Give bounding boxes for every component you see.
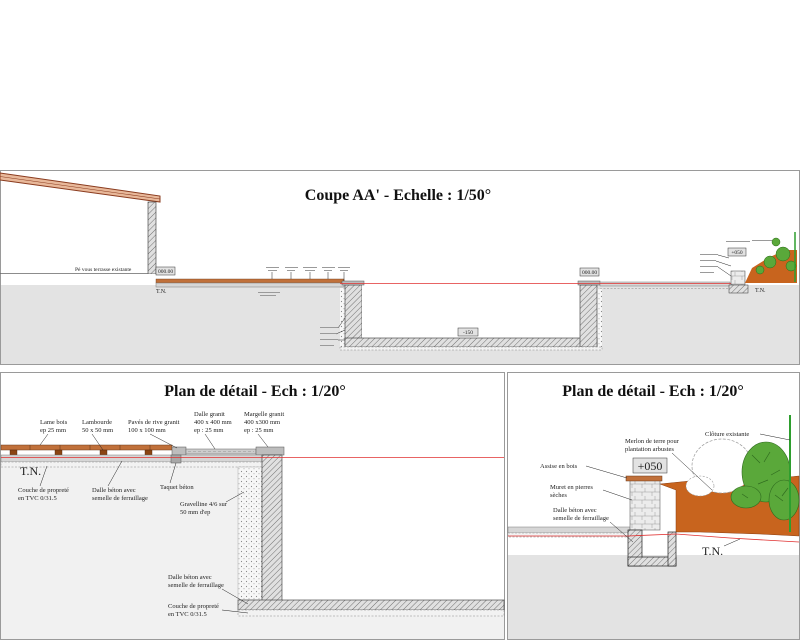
drawing-sheet: Coupe AA' - Echelle : 1/50° Pé vous terr… <box>0 170 800 640</box>
granite-coping <box>255 446 285 456</box>
wood-seat <box>625 475 663 482</box>
wall-footing <box>728 284 749 294</box>
joist <box>9 449 18 456</box>
detail-fence-title: Plan de détail - Ech : 1/20° <box>562 383 744 400</box>
ground-fill-right <box>508 555 799 639</box>
label-lambourde: Lambourde 50 x 50 mm <box>82 419 114 434</box>
level-pool-edge: 000.00 <box>582 270 597 276</box>
pool-bottom-slab <box>344 337 598 348</box>
shrub <box>768 479 800 521</box>
tn-label-fence: T.N. <box>702 544 723 558</box>
dry-stone-wall <box>730 270 746 286</box>
tn-right: T.N. <box>755 288 766 294</box>
pool-bottom-slab <box>237 599 505 611</box>
level-house: 000.00 <box>158 269 173 275</box>
joist <box>144 449 153 456</box>
label-merlon: Merlon de terre pour plantation arbustes <box>625 438 681 453</box>
label-taquet: Taquet béton <box>160 484 194 491</box>
shrub <box>775 246 791 262</box>
shrub <box>755 265 765 275</box>
joist <box>54 449 63 456</box>
label-cloture: Clôture existante <box>705 431 749 438</box>
label-lame-bois: Lame bois ep 25 mm <box>40 419 69 434</box>
detail-fence-panel: Plan de détail - Ech : 1/20° +050 Clôtur… <box>507 372 800 640</box>
ground-fill-bottom <box>238 616 504 639</box>
wood-deck <box>155 278 345 284</box>
detail-pool-edge-panel: Plan de détail - Ech : 1/20° Lame bois e… <box>0 372 505 640</box>
house-wall <box>147 201 157 275</box>
terrace-underlay <box>1 274 156 285</box>
coping-left <box>341 280 365 286</box>
tn-label-detail: T.N. <box>20 464 41 478</box>
terrace-label: Pé vous terrasse existante <box>75 267 132 273</box>
dry-stone-wall-detail <box>629 479 661 531</box>
pool-wall-right <box>579 284 598 348</box>
shrub <box>763 255 777 269</box>
concrete-cleat <box>170 454 182 464</box>
label-assise: Assise en bois <box>540 463 578 470</box>
level-detail: +050 <box>638 459 663 473</box>
footing-right <box>667 531 677 567</box>
pool-bottom-couche <box>339 346 603 351</box>
level-mound: +050 <box>731 250 743 256</box>
garden-slab-detail <box>507 526 631 534</box>
pool-bottom-blinding <box>237 609 505 617</box>
coping-right <box>577 280 601 286</box>
shrub <box>771 237 781 247</box>
pool-wall <box>261 454 283 606</box>
section-aa-panel: Coupe AA' - Echelle : 1/50° Pé vous terr… <box>0 170 800 365</box>
level-pool-bottom: -150 <box>463 330 473 336</box>
concrete-slab-top <box>0 454 263 463</box>
granite-edge-paver <box>171 446 187 456</box>
detail-pool-edge-title: Plan de détail - Ech : 1/20° <box>164 383 346 400</box>
section-aa-title: Coupe AA' - Echelle : 1/50° <box>305 187 491 204</box>
joist <box>99 449 108 456</box>
deck-slab <box>155 282 345 288</box>
wood-deck-boards <box>0 444 173 451</box>
tn-left: T.N. <box>156 289 167 295</box>
garden-slab <box>599 281 731 287</box>
pool-gravel-right <box>597 288 602 347</box>
gravel-fill <box>237 466 263 601</box>
pool-gravel-left <box>340 288 345 347</box>
